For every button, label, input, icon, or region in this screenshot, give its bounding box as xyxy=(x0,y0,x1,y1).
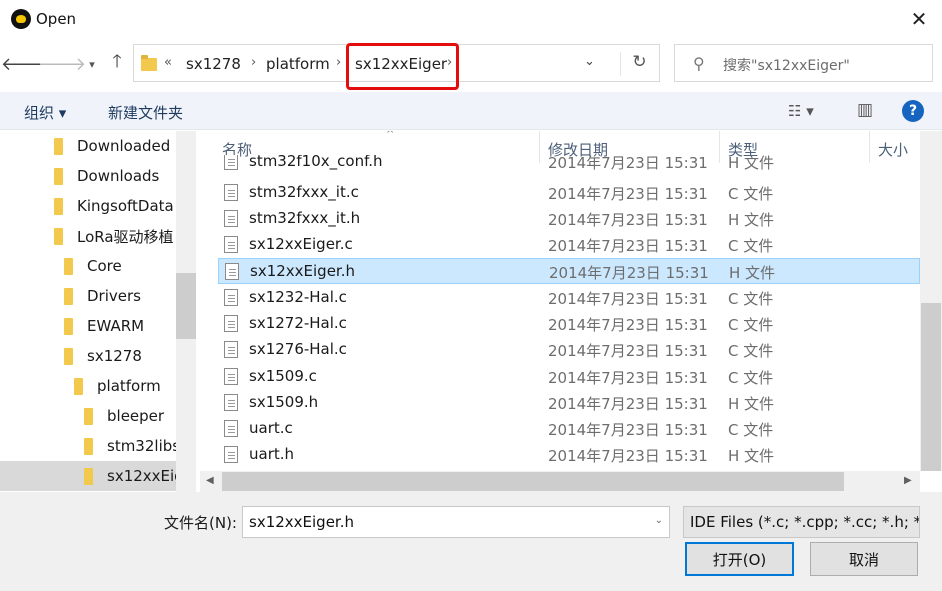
file-icon xyxy=(225,263,239,280)
file-icon xyxy=(224,341,238,358)
breadcrumb-separator-icon[interactable]: › xyxy=(336,55,341,70)
folder-icon xyxy=(54,227,63,245)
file-icon xyxy=(224,315,238,332)
up-arrow-icon[interactable]: 🡑 xyxy=(106,51,128,76)
horizontal-scrollbar-thumb[interactable] xyxy=(222,472,844,491)
tree-item[interactable]: Downloads xyxy=(0,161,176,191)
file-type-filter-value: IDE Files (*.c; *.cpp; *.cc; *.h; *.hpp) xyxy=(690,513,919,531)
close-button[interactable]: ✕ xyxy=(902,4,936,34)
back-arrow-icon[interactable]: 🡐 xyxy=(1,52,49,76)
tree-item[interactable]: LoRa驱动移植 xyxy=(0,221,176,251)
file-row[interactable]: uart.c 2014年7月23日 15:31 C 文件 xyxy=(218,416,920,442)
nav-scrollbar-thumb[interactable] xyxy=(176,273,196,339)
cancel-button[interactable]: 取消 xyxy=(810,542,918,576)
folder-icon xyxy=(84,467,93,485)
help-icon[interactable]: ? xyxy=(902,100,924,122)
command-toolbar: 组织 ▾ 新建文件夹 ☷ ▾ ▥ ? xyxy=(0,92,942,130)
search-input[interactable]: 搜索"sx12xxEiger" xyxy=(723,55,850,75)
folder-icon xyxy=(54,137,63,155)
file-row[interactable]: stm32f10x_conf.h 2014年7月23日 15:31 H 文件 xyxy=(218,155,920,175)
file-row[interactable]: sx1276-Hal.c 2014年7月23日 15:31 C 文件 xyxy=(218,337,920,363)
dialog-footer: 文件名(N): sx12xxEiger.h ⌄ IDE Files (*.c; … xyxy=(0,492,942,591)
tree-item[interactable]: Downloaded In xyxy=(0,131,176,161)
preview-pane-icon[interactable]: ▥ xyxy=(857,100,873,120)
recent-locations-chevron-icon[interactable]: ▾ xyxy=(84,52,100,76)
file-icon xyxy=(224,368,238,385)
file-icon xyxy=(224,420,238,437)
filename-value: sx12xxEiger.h xyxy=(249,513,354,531)
address-dropdown-icon[interactable]: ⌄ xyxy=(584,54,595,69)
navigation-pane: Downloaded In Downloads KingsoftData LoR… xyxy=(0,131,196,492)
new-folder-button[interactable]: 新建文件夹 xyxy=(108,102,183,123)
folder-icon xyxy=(54,167,63,185)
file-list-vertical-scrollbar[interactable] xyxy=(920,131,942,471)
view-options-icon[interactable]: ☷ ▾ xyxy=(788,102,814,120)
chevron-down-icon[interactable]: ⌄ xyxy=(655,515,663,526)
tree-item[interactable]: Drivers xyxy=(0,281,176,311)
nav-scrollbar[interactable] xyxy=(176,131,196,492)
filename-label: 文件名(N): xyxy=(164,514,237,532)
file-icon xyxy=(224,289,238,306)
open-button[interactable]: 打开(O) xyxy=(685,542,794,576)
file-row[interactable]: stm32fxxx_it.c 2014年7月23日 15:31 C 文件 xyxy=(218,180,920,206)
file-row[interactable]: sx1509.c 2014年7月23日 15:31 C 文件 xyxy=(218,364,920,390)
search-box[interactable]: ⚲ 搜索"sx12xxEiger" xyxy=(674,44,933,82)
folder-icon xyxy=(64,257,73,275)
tree-item[interactable]: bleeper xyxy=(0,401,176,431)
folder-icon xyxy=(74,377,83,395)
folder-icon xyxy=(54,197,63,215)
forward-arrow-icon[interactable]: 🡒 xyxy=(38,52,86,76)
vertical-scrollbar-thumb[interactable] xyxy=(921,303,941,471)
folder-icon xyxy=(84,407,93,425)
tree-item[interactable]: EWARM xyxy=(0,311,176,341)
breadcrumb-separator-icon[interactable]: › xyxy=(251,55,256,70)
breadcrumb-sx1278[interactable]: sx1278 xyxy=(186,55,241,73)
search-icon: ⚲ xyxy=(693,54,705,73)
file-row[interactable]: uart.h 2014年7月23日 15:31 H 文件 xyxy=(218,442,920,468)
title-bar: Open ✕ xyxy=(0,0,942,38)
sort-caret-icon: ^ xyxy=(386,131,395,140)
file-icon xyxy=(224,394,238,411)
file-row[interactable]: stm32fxxx_it.h 2014年7月23日 15:31 H 文件 xyxy=(218,206,920,232)
organize-menu[interactable]: 组织 ▾ xyxy=(24,102,66,123)
breadcrumb-platform[interactable]: platform xyxy=(266,55,330,73)
folder-icon xyxy=(64,317,73,335)
file-list: 名称 ^ 修改日期 类型 大小 stm32f10x_conf.h 2014年7月2… xyxy=(200,131,942,492)
file-icon xyxy=(224,210,238,227)
app-icon xyxy=(11,9,31,29)
file-list-horizontal-scrollbar[interactable]: ◀ ▶ xyxy=(200,471,920,492)
window-title: Open xyxy=(36,10,77,28)
tree-item-selected[interactable]: sx12xxEiger xyxy=(0,461,176,491)
navigation-bar: 🡐 🡒 ▾ 🡑 « sx1278 › platform › sx12xxEige… xyxy=(0,38,942,92)
file-row[interactable]: sx1272-Hal.c 2014年7月23日 15:31 C 文件 xyxy=(218,311,920,337)
folder-icon xyxy=(84,437,93,455)
file-row[interactable]: sx1232-Hal.c 2014年7月23日 15:31 C 文件 xyxy=(218,285,920,311)
file-row[interactable]: sx12xxEiger.c 2014年7月23日 15:31 C 文件 xyxy=(218,232,920,258)
folder-icon xyxy=(64,347,73,365)
highlight-box-breadcrumb xyxy=(346,43,459,90)
scroll-left-icon[interactable]: ◀ xyxy=(206,475,214,486)
filename-field[interactable]: sx12xxEiger.h ⌄ xyxy=(242,506,670,538)
file-icon xyxy=(224,236,238,253)
file-row[interactable]: sx1509.h 2014年7月23日 15:31 H 文件 xyxy=(218,390,920,416)
folder-icon xyxy=(141,55,157,71)
folder-icon xyxy=(64,287,73,305)
tree-item[interactable]: KingsoftData xyxy=(0,191,176,221)
tree-item[interactable]: platform xyxy=(0,371,176,401)
file-type-filter-select[interactable]: IDE Files (*.c; *.cpp; *.cc; *.h; *.hpp) xyxy=(683,506,920,538)
tree-item[interactable]: stm32libs xyxy=(0,431,176,461)
scroll-right-icon[interactable]: ▶ xyxy=(904,475,912,486)
file-icon xyxy=(224,184,238,201)
tree-item[interactable]: Core xyxy=(0,251,176,281)
file-row-selected[interactable]: sx12xxEiger.h 2014年7月23日 15:31 H 文件 xyxy=(218,258,920,284)
overflow-chevron-icon[interactable]: « xyxy=(164,55,172,70)
tree-item[interactable]: sx1278 xyxy=(0,341,176,371)
refresh-icon[interactable]: ↻ xyxy=(620,52,658,76)
file-icon xyxy=(224,446,238,463)
file-icon xyxy=(224,155,238,170)
